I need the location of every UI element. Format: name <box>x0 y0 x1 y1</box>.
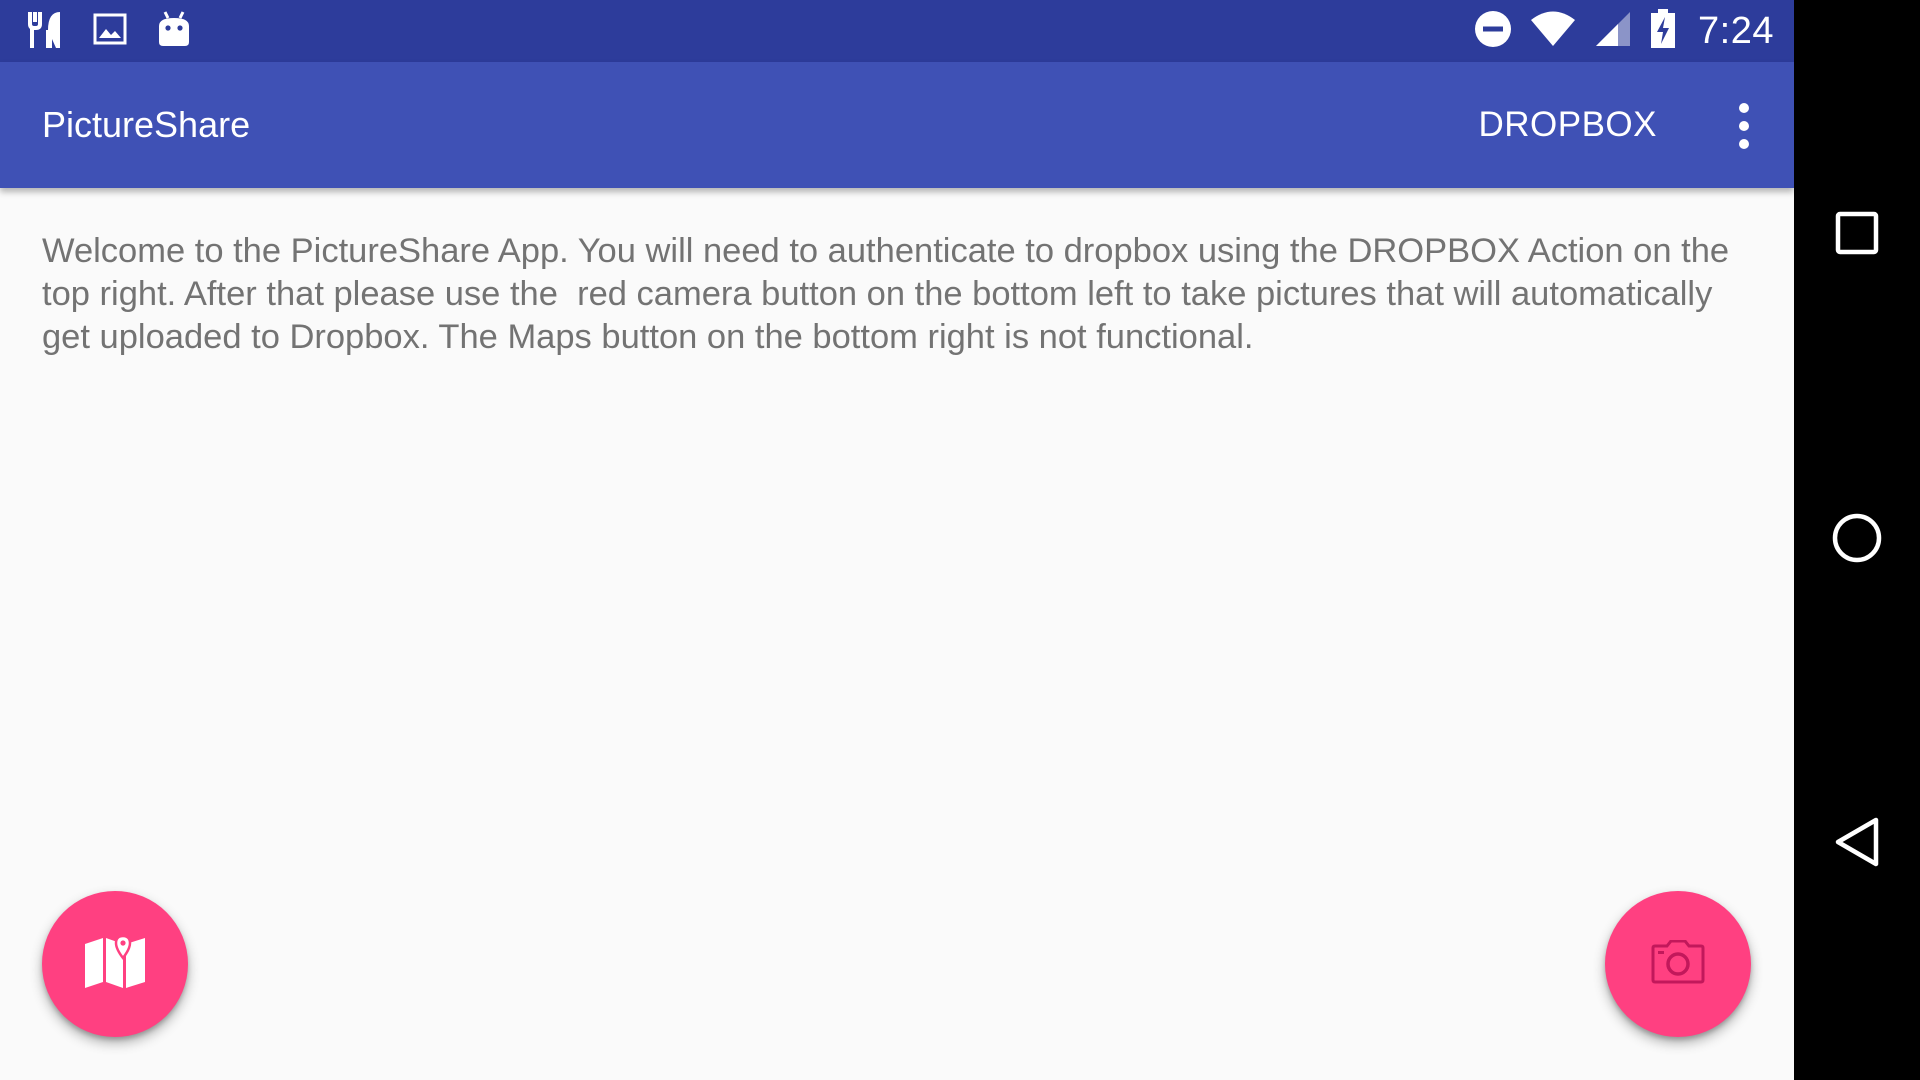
battery-charging-icon <box>1650 9 1676 53</box>
dropbox-action-button[interactable]: DROPBOX <box>1478 62 1657 188</box>
app-screen: 7:24 PictureShare DROPBOX Welcome to the… <box>0 0 1794 1080</box>
camera-button[interactable] <box>1605 891 1751 1037</box>
back-button[interactable] <box>1794 781 1920 907</box>
restaurant-icon <box>26 8 64 54</box>
back-icon <box>1833 816 1881 872</box>
do-not-disturb-icon <box>1474 10 1512 52</box>
image-icon <box>92 12 128 50</box>
maps-button[interactable] <box>42 891 188 1037</box>
notification-icons <box>26 10 192 52</box>
main-content: Welcome to the PictureShare App. You wil… <box>42 230 1762 359</box>
home-button[interactable] <box>1794 477 1920 603</box>
status-bar: 7:24 <box>0 0 1794 62</box>
recents-icon <box>1835 211 1879 259</box>
cell-signal-icon <box>1594 11 1632 51</box>
app-title: PictureShare <box>42 104 251 145</box>
android-icon <box>156 10 192 52</box>
map-icon <box>83 934 147 994</box>
home-icon <box>1831 512 1883 568</box>
navigation-bar <box>1794 0 1920 1080</box>
app-bar: PictureShare DROPBOX <box>0 62 1794 188</box>
recents-button[interactable] <box>1794 172 1920 298</box>
camera-icon <box>1651 939 1705 988</box>
welcome-text: Welcome to the PictureShare App. You wil… <box>42 232 1739 356</box>
more-vert-icon[interactable] <box>1730 102 1758 150</box>
wifi-icon <box>1530 11 1576 51</box>
status-time: 7:24 <box>1698 9 1774 52</box>
system-icons: 7:24 <box>1474 8 1774 54</box>
